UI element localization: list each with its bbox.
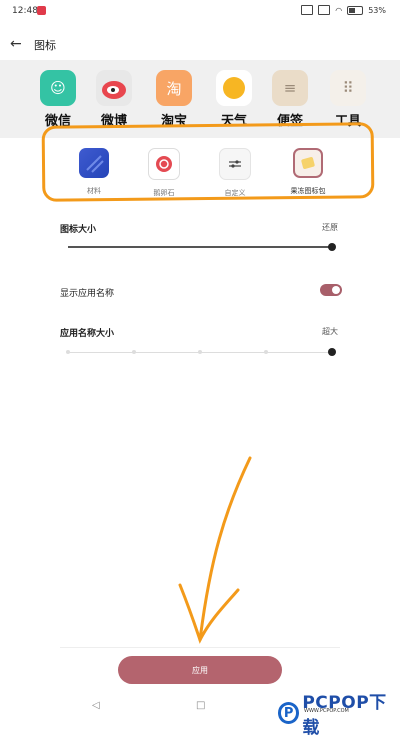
nav-home-icon[interactable]: □: [196, 700, 205, 711]
tools-icon: ⠿: [330, 70, 366, 106]
arrow-annotation: [178, 456, 252, 644]
preview-app: ⠿ 工具: [324, 70, 372, 129]
slider-tick: [264, 350, 268, 354]
page-title: 图标: [34, 39, 56, 52]
icon-size-slider[interactable]: [68, 246, 332, 248]
wechat-icon: ☺: [40, 70, 76, 106]
show-app-name-label: 显示应用名称: [60, 289, 115, 299]
preview-app: ☺ 微信: [34, 70, 82, 129]
status-bar: 12:48 ◠ 53%: [0, 0, 400, 24]
app-name-size-thumb[interactable]: [328, 348, 336, 356]
status-time: 12:48: [12, 6, 38, 16]
watermark-sub: WWW.PCPOP.COM: [304, 708, 349, 714]
slider-tick: [198, 350, 202, 354]
battery-icon: [347, 5, 364, 15]
divider: [60, 647, 340, 648]
toggle-knob: [332, 286, 340, 294]
notes-icon: ≡: [272, 70, 308, 106]
status-right: ◠ 53%: [301, 5, 386, 15]
app-name-size-label: 应用名称大小: [60, 329, 115, 339]
taobao-icon: 淘: [156, 70, 192, 106]
weather-icon: [216, 70, 252, 106]
nav-back-icon[interactable]: ◁: [92, 700, 100, 711]
icon-size-thumb[interactable]: [328, 243, 336, 251]
slider-tick: [132, 350, 136, 354]
preview-app: 微博: [90, 70, 138, 129]
notification-icon: [37, 6, 46, 15]
pcpop-logo-icon: P: [278, 702, 300, 724]
highlight-annotation: [41, 122, 375, 202]
app-name-size-value: 超大: [322, 327, 338, 336]
icon-size-reset[interactable]: 还原: [322, 222, 338, 233]
wifi-icon: ◠: [335, 5, 343, 15]
preview-app: 天气: [210, 70, 258, 129]
apply-button[interactable]: 应用: [118, 656, 282, 684]
back-arrow-icon[interactable]: ←: [10, 36, 22, 52]
show-app-name-toggle[interactable]: [320, 284, 342, 296]
battery-text: 53%: [368, 5, 386, 15]
slider-tick: [66, 350, 70, 354]
icon-size-label: 图标大小: [60, 225, 97, 235]
preview-app: ≡ 便签: [266, 70, 314, 129]
vpn-icon: [318, 5, 331, 15]
preview-app: 淘淘宝: [150, 70, 198, 129]
weibo-icon: [96, 70, 132, 106]
watermark-logo: P PCPOP下载 WWW.PCPOP.COM: [278, 688, 400, 738]
screenshot-icon: [301, 5, 314, 15]
